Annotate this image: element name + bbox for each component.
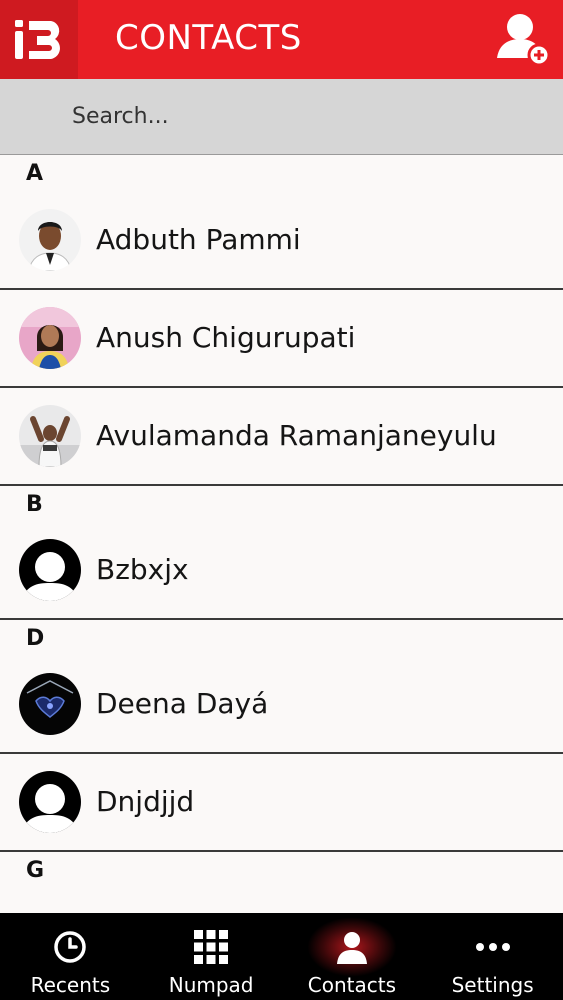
nav-label: Contacts [307, 973, 396, 997]
contact-name: Anush Chigurupati [96, 321, 356, 354]
search-input[interactable] [72, 99, 542, 133]
nav-recents[interactable]: Recents [0, 913, 141, 1000]
grid-icon [194, 930, 229, 964]
avatar [19, 673, 81, 735]
search-bar [0, 79, 563, 208]
avatar [19, 208, 81, 271]
app-header: CONTACTS [0, 0, 563, 79]
nav-label: Numpad [168, 973, 254, 997]
nav-numpad[interactable]: Numpad [141, 913, 282, 1000]
default-avatar-icon [19, 771, 81, 833]
contact-name: Dnjdjjd [96, 785, 195, 818]
contact-row[interactable]: Bzbxjx [0, 522, 563, 620]
contact-list: A Adbuth Pammi Anush Chigurupati Avulama… [0, 155, 563, 888]
nav-settings[interactable]: Settings [422, 913, 563, 1000]
page-title: CONTACTS [115, 18, 302, 58]
contact-row[interactable]: Avulamanda Ramanjaneyulu [0, 388, 563, 486]
add-contact-icon [497, 14, 551, 67]
section-header: D [0, 620, 563, 656]
contact-row[interactable]: Dnjdjjd [0, 754, 563, 852]
more-dots-icon [475, 943, 510, 951]
nav-label: Settings [451, 973, 534, 997]
avatar [19, 539, 81, 601]
contact-name: Bzbxjx [96, 553, 189, 586]
contact-row[interactable]: Anush Chigurupati [0, 290, 563, 388]
section-header: B [0, 486, 563, 522]
bottom-nav: Recents Numpad Contacts Settings [0, 913, 563, 1000]
avatar [19, 405, 81, 467]
avatar [19, 771, 81, 833]
contact-name: Deena Dayá [96, 687, 269, 720]
contact-row[interactable]: Adbuth Pammi [0, 191, 563, 290]
ib-logo-icon [15, 20, 60, 59]
app-logo[interactable] [0, 0, 78, 79]
contact-name: Avulamanda Ramanjaneyulu [96, 419, 497, 452]
avatar [19, 307, 81, 369]
default-avatar-icon [19, 539, 81, 601]
person-icon [336, 932, 367, 964]
clock-icon [54, 931, 87, 963]
add-contact-button[interactable] [495, 10, 553, 68]
contact-row[interactable]: Deena Dayá [0, 656, 563, 754]
contact-name: Adbuth Pammi [96, 222, 301, 256]
nav-label: Recents [30, 973, 111, 997]
section-header: A [0, 155, 563, 191]
section-header: G [0, 852, 563, 888]
nav-contacts[interactable]: Contacts [282, 913, 423, 1000]
